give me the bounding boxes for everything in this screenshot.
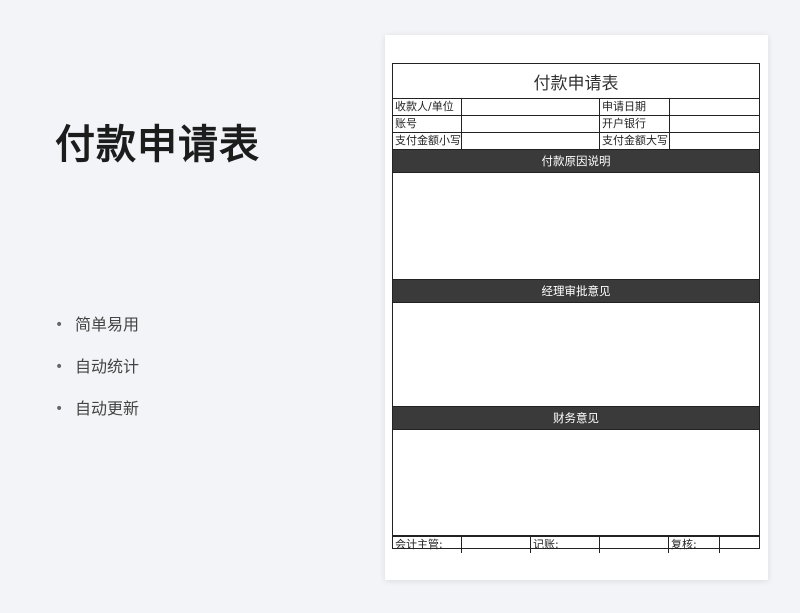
feature-item: • 自动更新	[55, 396, 139, 438]
payee-label: 收款人/单位	[393, 99, 462, 115]
supervisor-value[interactable]	[462, 537, 531, 553]
form-preview-sheet: 付款申请表 收款人/单位 申请日期 账号 开户银行 支付金额小写 支付金额大写 …	[385, 35, 768, 580]
apply-date-label: 申请日期	[600, 99, 670, 115]
finance-opinion-area[interactable]	[393, 430, 759, 536]
info-row: 账号 开户银行	[393, 116, 759, 133]
feature-label: 自动更新	[75, 399, 140, 418]
amount-lower-value[interactable]	[462, 133, 600, 149]
apply-date-value[interactable]	[670, 99, 759, 115]
feature-label: 简单易用	[75, 315, 140, 334]
feature-item: • 自动统计	[55, 354, 139, 396]
feature-label: 自动统计	[75, 357, 140, 376]
feature-item: • 简单易用	[55, 312, 139, 354]
reason-area[interactable]	[393, 173, 759, 280]
amount-lower-label: 支付金额小写	[395, 133, 462, 149]
account-label: 账号	[393, 116, 462, 132]
page-title: 付款申请表	[55, 122, 260, 168]
supervisor-label: 会计主管:	[393, 537, 462, 553]
section-bar-reason: 付款原因说明	[393, 150, 759, 173]
reviewer-value[interactable]	[720, 537, 759, 553]
form-header: 付款申请表	[393, 64, 759, 99]
bank-label: 开户银行	[600, 116, 670, 132]
bookkeeper-label: 记账:	[531, 537, 600, 553]
bookkeeper-value[interactable]	[600, 537, 669, 553]
payee-value[interactable]	[462, 99, 600, 115]
section-bar-manager: 经理审批意见	[393, 280, 759, 303]
section-bar-finance: 财务意见	[393, 407, 759, 430]
signature-row: 会计主管: 记账: 复核:	[393, 536, 759, 553]
amount-upper-value[interactable]	[670, 133, 759, 149]
payment-request-form: 付款申请表 收款人/单位 申请日期 账号 开户银行 支付金额小写 支付金额大写 …	[392, 63, 760, 553]
feature-list: • 简单易用 • 自动统计 • 自动更新	[55, 312, 139, 438]
bullet-icon: •	[55, 359, 64, 375]
manager-approval-area[interactable]	[393, 303, 759, 407]
info-row: 收款人/单位 申请日期	[393, 99, 759, 116]
bank-value[interactable]	[670, 116, 759, 132]
amount-upper-label: 支付金额大写	[602, 133, 670, 149]
account-value[interactable]	[462, 116, 600, 132]
reviewer-label: 复核:	[669, 537, 720, 553]
bullet-icon: •	[55, 317, 64, 333]
bullet-icon: •	[55, 401, 64, 417]
info-row: 支付金额小写 支付金额大写	[393, 133, 759, 150]
